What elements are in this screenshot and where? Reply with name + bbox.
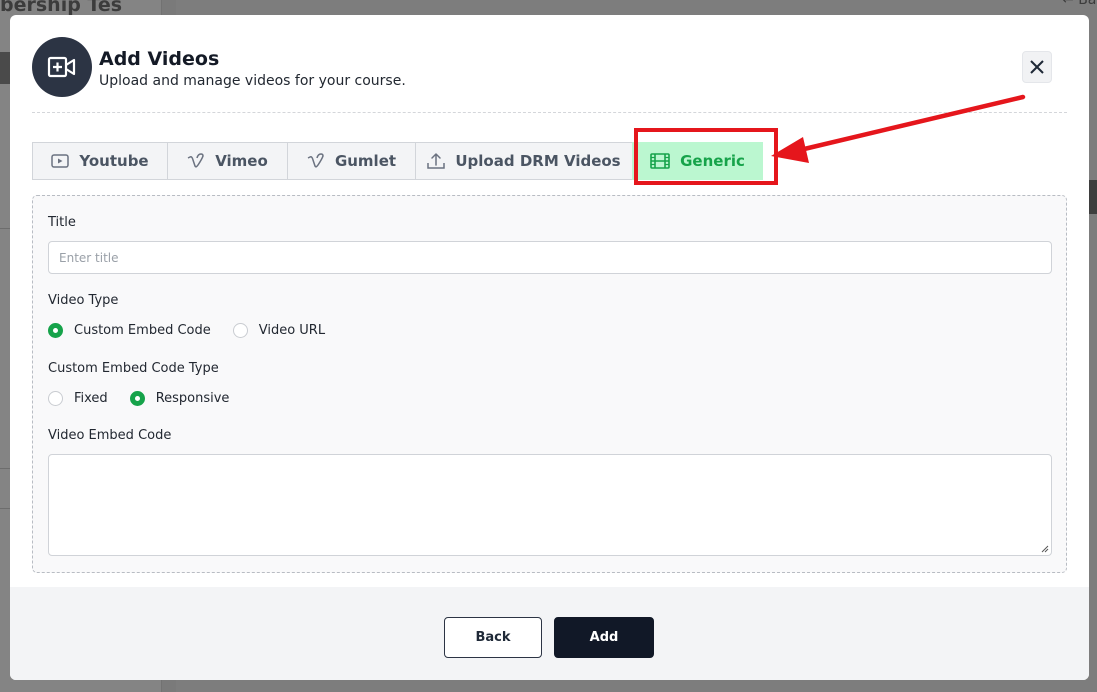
modal-subtitle: Upload and manage videos for your course… <box>99 73 406 89</box>
video-type-radio-group: Custom Embed Code Video URL <box>48 323 347 338</box>
background-divider <box>0 228 10 229</box>
gumlet-icon <box>307 153 324 168</box>
tab-label: Vimeo <box>215 152 268 170</box>
modal-header: Add Videos Upload and manage videos for … <box>32 37 1067 113</box>
tab-vimeo[interactable]: Vimeo <box>167 142 288 180</box>
title-input[interactable] <box>48 241 1052 274</box>
resize-grip-icon[interactable] <box>1041 545 1049 553</box>
radio-video-url[interactable]: Video URL <box>232 323 326 338</box>
background-divider <box>0 468 10 469</box>
video-plus-icon <box>32 37 92 97</box>
radio-dot <box>48 391 63 406</box>
tab-label: Upload DRM Videos <box>455 152 621 170</box>
radio-dot <box>232 323 248 338</box>
radio-label: Custom Embed Code <box>74 323 211 338</box>
modal-title: Add Videos <box>99 48 220 70</box>
embed-type-radio-group: Fixed Responsive <box>48 391 251 406</box>
embed-code-label: Video Embed Code <box>48 428 172 443</box>
annotation-highlight-box <box>634 128 778 185</box>
embed-code-textarea[interactable] <box>48 454 1052 556</box>
radio-label: Video URL <box>258 323 326 338</box>
close-icon <box>1030 60 1044 74</box>
tab-youtube[interactable]: Youtube <box>32 142 168 180</box>
radio-label: Responsive <box>155 391 230 406</box>
radio-label: Fixed <box>74 391 108 406</box>
background-block-right <box>1089 180 1097 214</box>
background-title: bership Tes <box>0 0 123 16</box>
embed-type-label: Custom Embed Code Type <box>48 361 219 376</box>
radio-fixed[interactable]: Fixed <box>48 391 108 406</box>
add-videos-modal: Add Videos Upload and manage videos for … <box>10 15 1089 680</box>
background-divider <box>0 508 10 509</box>
radio-custom-embed-code[interactable]: Custom Embed Code <box>48 323 211 338</box>
radio-dot <box>48 323 63 338</box>
upload-icon <box>427 153 446 169</box>
close-button[interactable] <box>1022 51 1052 83</box>
radio-dot <box>129 391 145 406</box>
background-back-link: ← Ba <box>1062 0 1097 8</box>
tab-label: Gumlet <box>334 152 397 170</box>
video-type-label: Video Type <box>48 293 119 308</box>
title-label: Title <box>48 215 76 230</box>
modal-footer: Back Add <box>10 587 1089 680</box>
generic-video-form: Title Video Type Custom Embed Code Video… <box>32 195 1067 573</box>
tab-label: Youtube <box>79 152 149 170</box>
radio-responsive[interactable]: Responsive <box>129 391 230 406</box>
back-button[interactable]: Back <box>444 617 542 658</box>
tab-upload-drm-videos[interactable]: Upload DRM Videos <box>415 142 633 180</box>
vimeo-icon <box>187 153 204 168</box>
tab-gumlet[interactable]: Gumlet <box>287 142 416 180</box>
background-block <box>0 52 10 84</box>
youtube-icon <box>51 154 70 168</box>
add-button[interactable]: Add <box>554 617 654 658</box>
